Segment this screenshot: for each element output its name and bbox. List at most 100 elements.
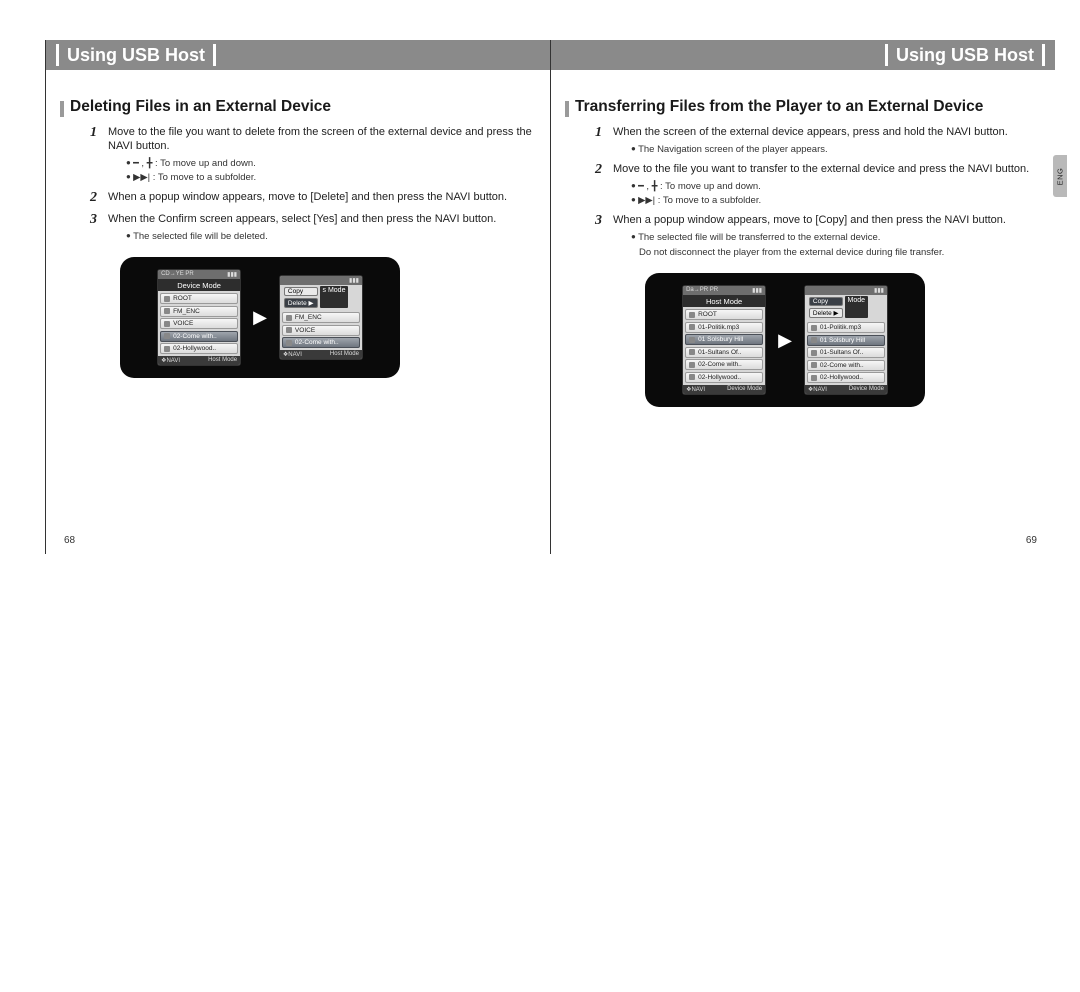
page-spread: Using USB Host Deleting Files in an Exte…	[45, 40, 1055, 554]
bullet: ━ , ╋ : To move up and down.	[126, 156, 536, 170]
step-text: When the Confirm screen appears, select …	[108, 212, 536, 243]
list-item: 01-Sultans Of..	[807, 347, 885, 358]
file-icon	[164, 346, 170, 352]
device-screen-before: Da→PR PR▮▮▮ Host Mode ROOT 01-Politik.mp…	[682, 285, 766, 395]
list-item: ROOT	[160, 293, 238, 304]
battery-icon: ▮▮▮	[752, 287, 762, 294]
list-item-selected: 02-Come with..	[160, 331, 238, 342]
step-text: When a popup window appears, move to [Co…	[613, 213, 1041, 259]
folder-icon	[689, 312, 695, 318]
section-title: Transferring Files from the Player to an…	[575, 98, 983, 116]
list-item: FM_ENC	[160, 306, 238, 317]
step-number: 3	[595, 213, 605, 259]
section-title: Deleting Files in an External Device	[70, 98, 331, 116]
arrow-right-icon: ▶	[253, 307, 267, 328]
mock-list: ROOT FM_ENC VOICE 02-Come with.. 02-Holl…	[158, 291, 240, 356]
page-right: Using USB Host ENG Transferring Files fr…	[550, 40, 1055, 554]
popup-menu: Copy Delete ▶ Mode	[805, 295, 887, 320]
step-text: Move to the file you want to transfer to…	[613, 162, 1041, 207]
list-item: 01-Politik.mp3	[807, 322, 885, 333]
language-code: ENG	[1056, 167, 1065, 185]
file-icon	[164, 333, 170, 339]
step-number: 1	[595, 125, 605, 156]
file-icon	[689, 324, 695, 330]
bullet: The selected file will be deleted.	[126, 229, 536, 243]
step-text: Move to the file you want to delete from…	[108, 125, 536, 184]
step-text-main: When the screen of the external device a…	[613, 126, 1008, 138]
bullet: ▶▶| : To move to a subfolder.	[126, 170, 536, 184]
battery-icon: ▮▮▮	[227, 271, 237, 278]
step-number: 1	[90, 125, 100, 184]
step-bullets: The Navigation screen of the player appe…	[613, 142, 1041, 156]
step-text-main: Move to the file you want to delete from…	[108, 126, 532, 152]
header-title: Using USB Host	[885, 44, 1045, 66]
folder-icon	[286, 315, 292, 321]
page-left: Using USB Host Deleting Files in an Exte…	[45, 40, 550, 554]
nav-label: ❖NAVI	[686, 386, 705, 393]
file-icon	[811, 375, 817, 381]
step-note: Do not disconnect the player from the ex…	[613, 246, 1041, 259]
folder-icon	[164, 308, 170, 314]
step-list: 1 When the screen of the external device…	[565, 125, 1041, 259]
step-text-main: When the Confirm screen appears, select …	[108, 213, 496, 225]
list-item: 01-Politik.mp3	[685, 322, 763, 333]
arrow-right-icon: ▶	[778, 330, 792, 351]
file-icon	[689, 362, 695, 368]
mode-label: Device Mode	[727, 386, 762, 393]
mock-title: Host Mode	[683, 295, 765, 307]
file-icon	[811, 337, 817, 343]
step-number: 2	[595, 162, 605, 207]
step-text: When a popup window appears, move to [De…	[108, 190, 536, 206]
step-bullets: ━ , ╋ : To move up and down. ▶▶| : To mo…	[108, 156, 536, 184]
step-bullets: ━ , ╋ : To move up and down. ▶▶| : To mo…	[613, 179, 1041, 207]
mode-trail: s Mode	[320, 286, 349, 308]
mock-top-left: CD→YE PR	[161, 271, 194, 278]
section-header: Transferring Files from the Player to an…	[565, 98, 1041, 117]
list-item-selected: 01 Solsbury Hill	[685, 334, 763, 345]
file-icon	[286, 340, 292, 346]
menu-item-delete: Delete ▶	[284, 298, 318, 308]
section-accent-bar	[60, 101, 64, 117]
mode-label: Host Mode	[330, 351, 359, 358]
screenshot-row: CD→YE PR ▮▮▮ Device Mode ROOT FM_ENC VOIC…	[120, 257, 400, 378]
file-icon	[811, 362, 817, 368]
step: 2 When a popup window appears, move to […	[90, 190, 536, 206]
popup-menu: Copy Delete ▶ s Mode	[280, 285, 362, 310]
bullet: The Navigation screen of the player appe…	[631, 142, 1041, 156]
page-number: 68	[64, 535, 75, 546]
list-item: VOICE	[282, 325, 360, 336]
menu-item-delete: Delete ▶	[809, 308, 843, 318]
file-icon	[811, 325, 817, 331]
mock-title: Device Mode	[158, 279, 240, 291]
mock-list: FM_ENC VOICE 02-Come with..	[280, 310, 362, 350]
mock-list: 01-Politik.mp3 01 Solsbury Hill 01-Sulta…	[805, 320, 887, 385]
mock-list: ROOT 01-Politik.mp3 01 Solsbury Hill 01-…	[683, 307, 765, 385]
step: 3 When a popup window appears, move to […	[595, 213, 1041, 259]
step: 1 Move to the file you want to delete fr…	[90, 125, 536, 184]
battery-icon: ▮▮▮	[349, 277, 359, 284]
file-icon	[811, 350, 817, 356]
step-bullets: The selected file will be deleted.	[108, 229, 536, 243]
list-item: 01-Sultans Of..	[685, 347, 763, 358]
list-item: FM_ENC	[282, 312, 360, 323]
menu-item-copy: Copy	[809, 297, 843, 306]
device-screen-after: ▮▮▮ Copy Delete ▶ s Mode FM_ENC VOICE 02…	[279, 275, 363, 360]
mode-label: Device Mode	[849, 386, 884, 393]
file-icon	[689, 337, 695, 343]
folder-icon	[286, 327, 292, 333]
step-bullets: The selected file will be transferred to…	[613, 230, 1041, 244]
nav-label: ❖NAVI	[161, 357, 180, 364]
folder-icon	[164, 296, 170, 302]
list-item: 02-Come with..	[807, 360, 885, 371]
screenshot-row: Da→PR PR▮▮▮ Host Mode ROOT 01-Politik.mp…	[645, 273, 925, 407]
device-screen-after: ▮▮▮ Copy Delete ▶ Mode 01-Politik.mp3 01…	[804, 285, 888, 395]
step: 2 Move to the file you want to transfer …	[595, 162, 1041, 207]
step-text-main: Move to the file you want to transfer to…	[613, 163, 1029, 175]
bullet: ▶▶| : To move to a subfolder.	[631, 193, 1041, 207]
list-item: 02-Come with..	[685, 359, 763, 370]
list-item: 02-Hollywood..	[160, 343, 238, 354]
step-number: 2	[90, 190, 100, 206]
step-text-main: When a popup window appears, move to [Co…	[613, 214, 1006, 226]
battery-icon: ▮▮▮	[874, 287, 884, 294]
step-list: 1 Move to the file you want to delete fr…	[60, 125, 536, 243]
